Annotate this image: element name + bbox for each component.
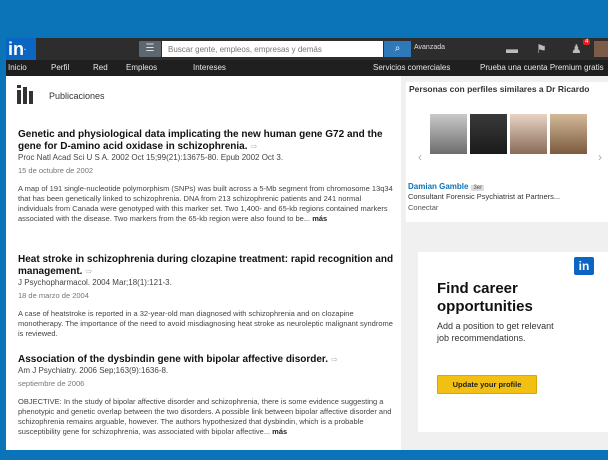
- nav-item-inicio[interactable]: Inicio: [8, 63, 27, 72]
- section-header: Publicaciones: [16, 84, 396, 110]
- add-connections-icon[interactable]: ♟: [571, 42, 582, 56]
- nav-item-intereses[interactable]: Intereses: [193, 63, 226, 72]
- publication-title[interactable]: Genetic and physiological data implicati…: [18, 129, 396, 153]
- publication-item: Heat stroke in schizophrenia during cloz…: [18, 254, 396, 339]
- nav-item-empleos[interactable]: Empleos: [126, 63, 157, 72]
- user-avatar[interactable]: [594, 41, 608, 57]
- advanced-search-link[interactable]: Avanzada: [414, 44, 445, 51]
- connect-link[interactable]: Conectar: [408, 203, 438, 212]
- similar-profiles-card: Personas con perfiles similares a Dr Ric…: [406, 82, 608, 222]
- section-title: Publicaciones: [49, 91, 105, 101]
- publication-title[interactable]: Association of the dysbindin gene with b…: [18, 354, 396, 366]
- more-link[interactable]: más: [312, 214, 327, 223]
- main-nav: Inicio Perfil Red Empleos Intereses Serv…: [6, 60, 608, 76]
- linkedin-logo[interactable]: in.: [6, 38, 36, 60]
- similar-profiles-title: Personas con perfiles similares a Dr Ric…: [409, 84, 590, 94]
- publications-icon: [16, 84, 38, 106]
- more-link[interactable]: más: [272, 427, 287, 436]
- person-name[interactable]: Damian Gamble 3er: [408, 182, 485, 191]
- connection-degree-badge: 3er: [471, 185, 485, 191]
- ad-text: Add a position to get relevant job recom…: [437, 321, 554, 343]
- search-icon[interactable]: ⌕: [384, 41, 411, 57]
- publication-date: 15 de octubre de 2002: [18, 166, 94, 175]
- publication-date: 18 de marzo de 2004: [18, 291, 89, 300]
- publication-abstract: A map of 191 single-nucleotide polymorph…: [18, 184, 393, 223]
- person-headline: Consultant Forensic Psychiatrist at Part…: [408, 192, 561, 201]
- share-icon[interactable]: ⇨: [85, 267, 92, 276]
- nav-item-premium[interactable]: Prueba una cuenta Premium gratis: [480, 63, 604, 72]
- profile-photo[interactable]: [470, 114, 507, 154]
- profile-photo[interactable]: [550, 114, 587, 154]
- publication-title[interactable]: Heat stroke in schizophrenia during cloz…: [18, 254, 396, 278]
- profile-photo[interactable]: [430, 114, 467, 154]
- search-input[interactable]: [162, 41, 383, 57]
- publication-source: Am J Psychiatry. 2006 Sep;163(9):1636-8.: [18, 366, 169, 375]
- nav-item-servicios[interactable]: Servicios comerciales: [373, 63, 450, 72]
- publication-source: J Psychopharmacol. 2004 Mar;18(1):121-3.: [18, 278, 172, 287]
- ad-headline: Find career opportunities: [437, 280, 533, 315]
- messages-icon[interactable]: ▬: [506, 42, 518, 56]
- update-profile-button[interactable]: Update your profile: [437, 375, 537, 394]
- publication-abstract: A case of heatstroke is reported in a 32…: [18, 309, 393, 338]
- linkedin-logo: in: [574, 257, 594, 275]
- publication-abstract: OBJECTIVE: In the study of bipolar affec…: [18, 397, 392, 436]
- search-menu-icon[interactable]: ☰: [139, 41, 161, 57]
- publication-item: Association of the dysbindin gene with b…: [18, 354, 396, 437]
- publication-item: Genetic and physiological data implicati…: [18, 129, 396, 224]
- publications-section: Publicaciones Genetic and physiological …: [6, 76, 401, 450]
- publication-date: septiembre de 2006: [18, 379, 85, 388]
- profile-photo[interactable]: [510, 114, 547, 154]
- share-icon[interactable]: ⇨: [251, 142, 258, 151]
- chevron-left-icon[interactable]: ‹: [418, 150, 422, 164]
- career-ad: in Find career opportunities Add a posit…: [418, 252, 608, 432]
- top-bar: in. ☰ ⌕ Avanzada ▬ ⚑ ♟ 4: [6, 38, 608, 60]
- chevron-right-icon[interactable]: ›: [598, 150, 602, 164]
- notification-badge: 4: [583, 39, 591, 45]
- nav-item-red[interactable]: Red: [93, 63, 108, 72]
- flag-icon[interactable]: ⚑: [536, 42, 547, 56]
- nav-item-perfil[interactable]: Perfil: [51, 63, 69, 72]
- right-sidebar: Personas con perfiles similares a Dr Ric…: [401, 76, 608, 450]
- browser-screen: in. ☰ ⌕ Avanzada ▬ ⚑ ♟ 4 Inicio Perfil R…: [6, 38, 608, 450]
- publication-source: Proc Natl Acad Sci U S A. 2002 Oct 15;99…: [18, 153, 284, 162]
- share-icon[interactable]: ⇨: [331, 355, 338, 364]
